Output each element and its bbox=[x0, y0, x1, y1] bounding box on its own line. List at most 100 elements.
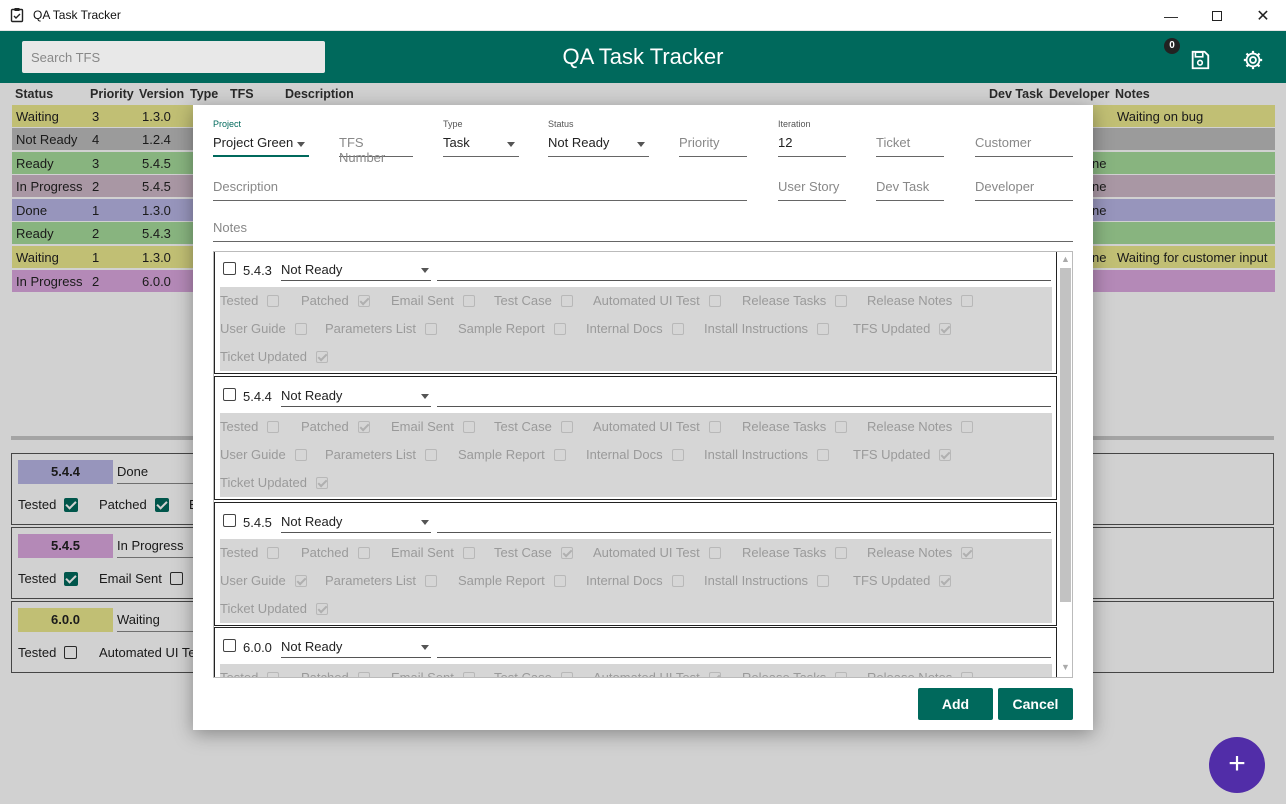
version-notes-input[interactable] bbox=[437, 532, 1051, 533]
checklist-item[interactable]: Release Tasks bbox=[742, 545, 848, 560]
version-status-select[interactable]: Not Ready bbox=[281, 509, 431, 533]
version-notes-input[interactable] bbox=[437, 657, 1051, 658]
checked-icon[interactable] bbox=[357, 294, 370, 307]
checklist-item[interactable]: Automated UI Test bbox=[593, 670, 721, 677]
unchecked-icon[interactable] bbox=[835, 294, 848, 307]
checklist-item[interactable]: Patched bbox=[301, 545, 370, 560]
checklist-item[interactable]: Internal Docs bbox=[586, 447, 684, 462]
unchecked-icon[interactable] bbox=[425, 574, 438, 587]
unchecked-icon[interactable] bbox=[671, 574, 684, 587]
add-task-fab[interactable]: + bbox=[1209, 737, 1265, 793]
scrollbar-thumb[interactable] bbox=[1060, 268, 1071, 602]
checklist-item[interactable]: Email Sent bbox=[391, 293, 475, 308]
developer-input[interactable]: Developer bbox=[975, 175, 1073, 201]
save-button[interactable] bbox=[1189, 49, 1211, 71]
checklist-item[interactable]: Install Instructions bbox=[704, 321, 830, 336]
checklist-item[interactable]: Patched bbox=[301, 670, 370, 677]
checklist-item[interactable]: Release Notes bbox=[867, 293, 974, 308]
minimize-button[interactable]: — bbox=[1148, 0, 1194, 31]
unchecked-icon[interactable] bbox=[357, 671, 370, 677]
checklist-item[interactable]: Test Case bbox=[494, 545, 573, 560]
checklist-item[interactable]: Email Sent bbox=[391, 670, 475, 677]
checklist-item[interactable]: TFS Updated bbox=[853, 447, 952, 462]
checklist-item[interactable]: Test Case bbox=[494, 419, 573, 434]
unchecked-icon[interactable] bbox=[835, 546, 848, 559]
version-notes-input[interactable] bbox=[437, 280, 1051, 281]
checklist-item[interactable]: Ticket Updated bbox=[220, 349, 328, 364]
checklist-item[interactable]: Email Sent bbox=[391, 419, 475, 434]
checked-icon[interactable] bbox=[939, 322, 952, 335]
unchecked-icon[interactable] bbox=[267, 294, 280, 307]
checked-icon[interactable] bbox=[315, 602, 328, 615]
project-select[interactable]: Project Project Green bbox=[213, 119, 309, 157]
unchecked-icon[interactable] bbox=[425, 448, 438, 461]
version-select-checkbox[interactable] bbox=[223, 639, 236, 652]
version-status-select[interactable]: Not Ready bbox=[281, 634, 431, 658]
checked-icon[interactable] bbox=[294, 574, 307, 587]
checked-icon[interactable] bbox=[315, 350, 328, 363]
checked-icon[interactable] bbox=[560, 546, 573, 559]
checklist-item[interactable]: Install Instructions bbox=[704, 573, 830, 588]
checklist-item[interactable]: Release Tasks bbox=[742, 293, 848, 308]
unchecked-icon[interactable] bbox=[817, 322, 830, 335]
unchecked-icon[interactable] bbox=[462, 420, 475, 433]
add-button[interactable]: Add bbox=[918, 688, 993, 720]
close-button[interactable]: ✕ bbox=[1240, 0, 1286, 31]
checked-icon[interactable] bbox=[939, 574, 952, 587]
unchecked-icon[interactable] bbox=[817, 448, 830, 461]
version-select-checkbox[interactable] bbox=[223, 388, 236, 401]
unchecked-icon[interactable] bbox=[961, 294, 974, 307]
checklist-item[interactable]: Parameters List bbox=[325, 447, 438, 462]
checklist-item[interactable]: Sample Report bbox=[458, 321, 566, 336]
checklist-item[interactable]: Tested bbox=[220, 670, 280, 677]
checklist-item[interactable]: Ticket Updated bbox=[220, 601, 328, 616]
unchecked-icon[interactable] bbox=[560, 671, 573, 677]
checklist-item[interactable]: User Guide bbox=[220, 447, 307, 462]
unchecked-icon[interactable] bbox=[267, 420, 280, 433]
ticket-input[interactable]: Ticket bbox=[876, 131, 944, 157]
dev-task-input[interactable]: Dev Task bbox=[876, 175, 944, 201]
priority-input[interactable]: Priority bbox=[679, 131, 747, 157]
checklist-item[interactable]: Patched bbox=[301, 293, 370, 308]
checklist-item[interactable]: Internal Docs bbox=[586, 573, 684, 588]
checklist-item[interactable]: Parameters List bbox=[325, 321, 438, 336]
checked-icon[interactable] bbox=[357, 420, 370, 433]
checklist-item[interactable]: Release Tasks bbox=[742, 670, 848, 677]
checklist-item[interactable]: Parameters List bbox=[325, 573, 438, 588]
checklist-item[interactable]: Release Notes bbox=[867, 545, 974, 560]
version-select-checkbox[interactable] bbox=[223, 514, 236, 527]
unchecked-icon[interactable] bbox=[708, 420, 721, 433]
checklist-item[interactable]: Tested bbox=[220, 545, 280, 560]
unchecked-icon[interactable] bbox=[560, 294, 573, 307]
checklist-item[interactable]: Release Notes bbox=[867, 419, 974, 434]
checked-icon[interactable] bbox=[939, 448, 952, 461]
checklist-item[interactable]: Sample Report bbox=[458, 573, 566, 588]
unchecked-icon[interactable] bbox=[553, 448, 566, 461]
unchecked-icon[interactable] bbox=[425, 322, 438, 335]
unchecked-icon[interactable] bbox=[961, 420, 974, 433]
checklist-item[interactable]: Patched bbox=[301, 419, 370, 434]
checklist-item[interactable]: Install Instructions bbox=[704, 447, 830, 462]
checklist-item[interactable]: Email Sent bbox=[391, 545, 475, 560]
settings-button[interactable] bbox=[1242, 49, 1264, 71]
version-notes-input[interactable] bbox=[437, 406, 1051, 407]
unchecked-icon[interactable] bbox=[267, 671, 280, 677]
checklist-item[interactable]: TFS Updated bbox=[853, 321, 952, 336]
unchecked-icon[interactable] bbox=[560, 420, 573, 433]
unchecked-icon[interactable] bbox=[708, 294, 721, 307]
version-status-select[interactable]: Not Ready bbox=[281, 383, 431, 407]
checklist-item[interactable]: Release Notes bbox=[867, 670, 974, 677]
version-status-select[interactable]: Not Ready bbox=[281, 257, 431, 281]
checklist-item[interactable]: Ticket Updated bbox=[220, 475, 328, 490]
unchecked-icon[interactable] bbox=[835, 671, 848, 677]
unchecked-icon[interactable] bbox=[835, 420, 848, 433]
notes-input[interactable]: Notes bbox=[213, 216, 1073, 242]
status-select[interactable]: Status Not Ready bbox=[548, 119, 649, 157]
unchecked-icon[interactable] bbox=[267, 546, 280, 559]
checklist-item[interactable]: TFS Updated bbox=[853, 573, 952, 588]
unchecked-icon[interactable] bbox=[671, 322, 684, 335]
unchecked-icon[interactable] bbox=[294, 322, 307, 335]
checked-icon[interactable] bbox=[315, 476, 328, 489]
iteration-input[interactable]: Iteration 12 bbox=[778, 119, 846, 157]
checklist-item[interactable]: Automated UI Test bbox=[593, 419, 721, 434]
